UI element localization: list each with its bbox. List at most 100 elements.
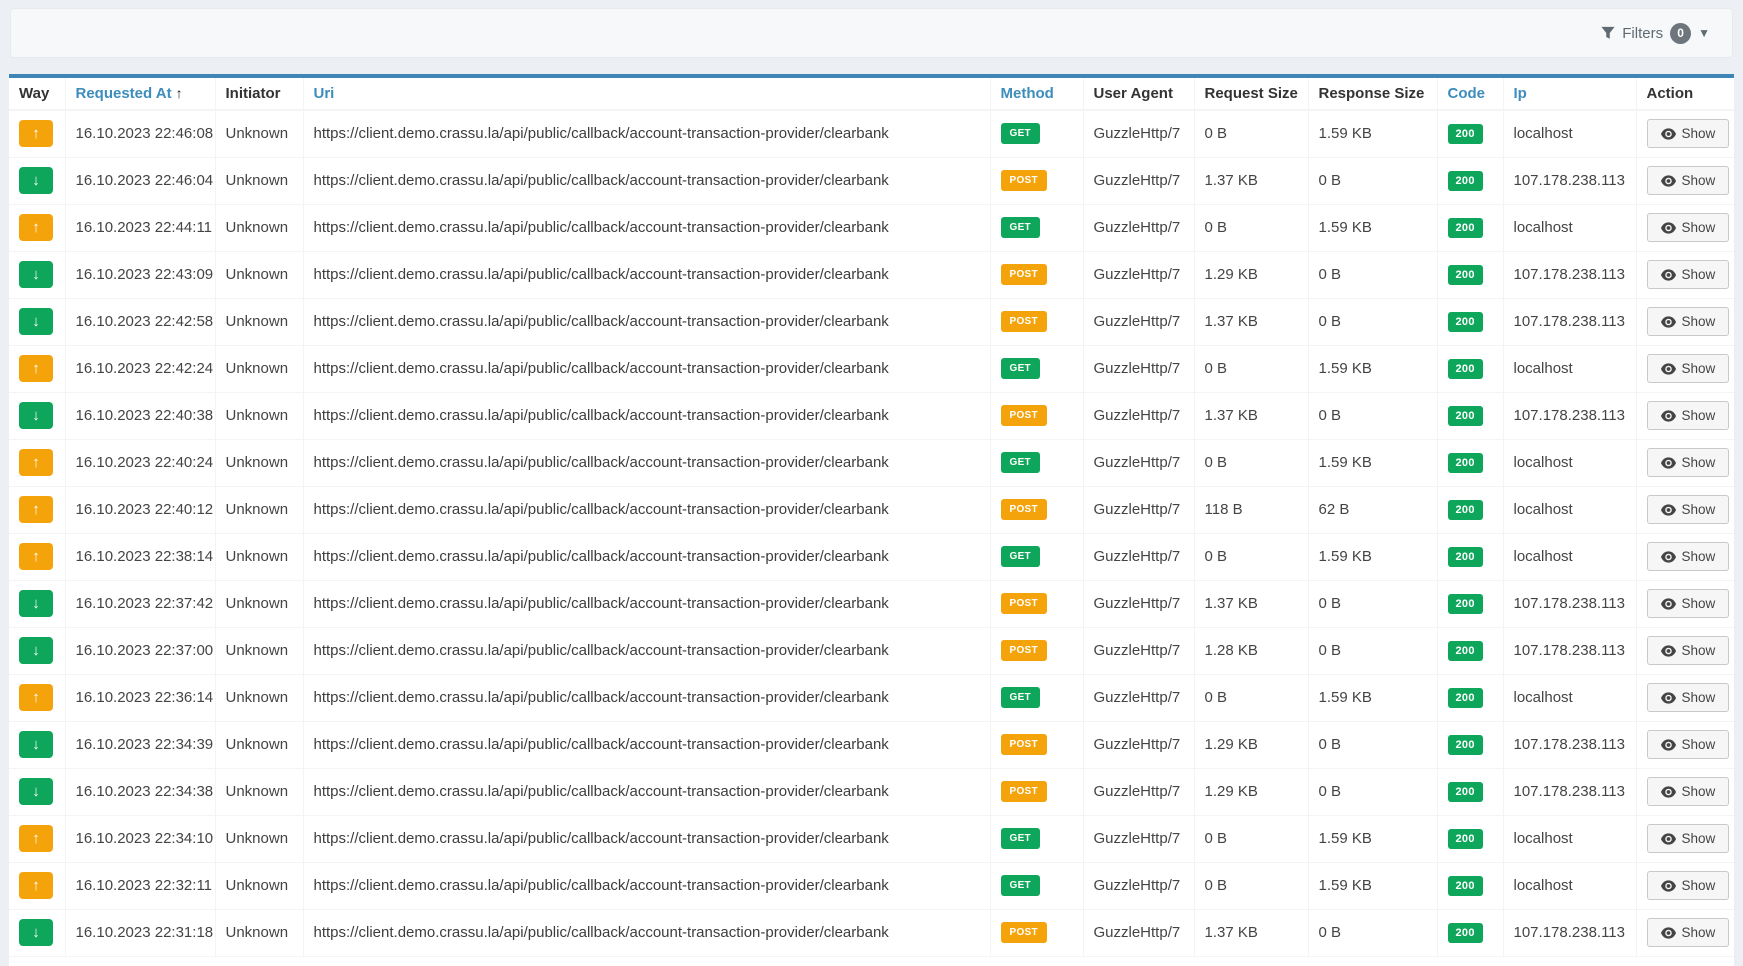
column-header-ip[interactable]: Ip	[1503, 78, 1636, 110]
uri-cell: https://client.demo.crassu.la/api/public…	[303, 392, 990, 439]
code-cell: 200	[1437, 439, 1503, 486]
method-cell: POST	[990, 580, 1083, 627]
method-badge: POST	[1001, 593, 1047, 614]
action-cell: Show	[1636, 580, 1734, 627]
column-header-label: Ip	[1514, 85, 1527, 102]
eye-icon	[1661, 692, 1676, 704]
uri-cell: https://client.demo.crassu.la/api/public…	[303, 486, 990, 533]
ip-cell: 107.178.238.113	[1503, 627, 1636, 674]
requested-at-cell: 16.10.2023 22:46:04	[65, 157, 215, 204]
filters-label: Filters	[1622, 25, 1663, 42]
user-agent-cell: GuzzleHttp/7	[1083, 674, 1194, 721]
table-row: ↑ 16.10.2023 22:40:24 Unknown https://cl…	[9, 439, 1734, 486]
show-button[interactable]: Show	[1647, 777, 1730, 806]
way-cell: ↓	[9, 768, 65, 815]
method-cell: GET	[990, 204, 1083, 251]
action-cell: Show	[1636, 204, 1734, 251]
code-cell: 200	[1437, 110, 1503, 157]
action-cell: Show	[1636, 486, 1734, 533]
initiator-cell: Unknown	[215, 110, 303, 157]
show-button[interactable]: Show	[1647, 871, 1730, 900]
requested-at-cell: 16.10.2023 22:46:08	[65, 110, 215, 157]
request-size-cell: 0 B	[1194, 533, 1308, 580]
arrow-up-icon: ↑	[19, 543, 53, 570]
initiator-cell: Unknown	[215, 533, 303, 580]
way-cell: ↓	[9, 157, 65, 204]
initiator-cell: Unknown	[215, 815, 303, 862]
arrow-up-icon: ↑	[19, 120, 53, 147]
show-button[interactable]: Show	[1647, 495, 1730, 524]
table-row: ↓ 16.10.2023 22:46:04 Unknown https://cl…	[9, 157, 1734, 204]
status-code-badge: 200	[1448, 171, 1483, 191]
show-button[interactable]: Show	[1647, 636, 1730, 665]
eye-icon	[1661, 880, 1676, 892]
way-cell: ↑	[9, 815, 65, 862]
status-code-badge: 200	[1448, 218, 1483, 238]
show-button[interactable]: Show	[1647, 260, 1730, 289]
way-cell: ↑	[9, 204, 65, 251]
show-button[interactable]: Show	[1647, 824, 1730, 853]
method-cell: GET	[990, 110, 1083, 157]
response-size-cell: 62 B	[1308, 486, 1437, 533]
filter-funnel-icon	[1601, 26, 1615, 40]
show-button[interactable]: Show	[1647, 448, 1730, 477]
request-size-cell: 1.37 KB	[1194, 909, 1308, 956]
user-agent-cell: GuzzleHttp/7	[1083, 580, 1194, 627]
column-header-method[interactable]: Method	[990, 78, 1083, 110]
show-button[interactable]: Show	[1647, 166, 1730, 195]
show-button[interactable]: Show	[1647, 683, 1730, 712]
user-agent-cell: GuzzleHttp/7	[1083, 439, 1194, 486]
method-cell: GET	[990, 862, 1083, 909]
show-button[interactable]: Show	[1647, 354, 1730, 383]
method-cell: POST	[990, 392, 1083, 439]
table-row: ↓ 16.10.2023 22:40:38 Unknown https://cl…	[9, 392, 1734, 439]
column-header-response_size: Response Size	[1308, 78, 1437, 110]
action-cell: Show	[1636, 909, 1734, 956]
eye-icon	[1661, 833, 1676, 845]
arrow-down-icon: ↓	[19, 261, 53, 288]
show-button[interactable]: Show	[1647, 542, 1730, 571]
chevron-down-icon: ▼	[1698, 27, 1710, 39]
response-size-cell: 1.59 KB	[1308, 674, 1437, 721]
show-button[interactable]: Show	[1647, 730, 1730, 759]
show-button[interactable]: Show	[1647, 119, 1730, 148]
user-agent-cell: GuzzleHttp/7	[1083, 110, 1194, 157]
user-agent-cell: GuzzleHttp/7	[1083, 157, 1194, 204]
filters-button[interactable]: Filters 0 ▼	[1601, 23, 1710, 44]
way-cell: ↑	[9, 486, 65, 533]
show-button[interactable]: Show	[1647, 401, 1730, 430]
method-badge: POST	[1001, 170, 1047, 191]
show-button-label: Show	[1682, 643, 1716, 658]
method-badge: GET	[1001, 687, 1040, 708]
show-button-label: Show	[1682, 925, 1716, 940]
action-cell: Show	[1636, 392, 1734, 439]
requested-at-cell: 16.10.2023 22:34:10	[65, 815, 215, 862]
initiator-cell: Unknown	[215, 298, 303, 345]
way-cell: ↓	[9, 298, 65, 345]
status-code-badge: 200	[1448, 359, 1483, 379]
show-button-label: Show	[1682, 361, 1716, 376]
column-header-requested_at[interactable]: Requested At↑	[65, 78, 215, 110]
method-badge: POST	[1001, 734, 1047, 755]
table-row: ↑ 16.10.2023 22:46:08 Unknown https://cl…	[9, 110, 1734, 157]
show-button[interactable]: Show	[1647, 918, 1730, 947]
code-cell: 200	[1437, 721, 1503, 768]
show-button-label: Show	[1682, 314, 1716, 329]
method-badge: POST	[1001, 781, 1047, 802]
status-code-badge: 200	[1448, 500, 1483, 520]
column-header-label: Initiator	[226, 85, 281, 102]
show-button[interactable]: Show	[1647, 589, 1730, 618]
column-header-uri[interactable]: Uri	[303, 78, 990, 110]
method-badge: POST	[1001, 405, 1047, 426]
column-header-code[interactable]: Code	[1437, 78, 1503, 110]
show-button[interactable]: Show	[1647, 213, 1730, 242]
uri-cell: https://client.demo.crassu.la/api/public…	[303, 110, 990, 157]
show-button[interactable]: Show	[1647, 307, 1730, 336]
table-row: ↑ 16.10.2023 22:38:14 Unknown https://cl…	[9, 533, 1734, 580]
request-size-cell: 1.29 KB	[1194, 721, 1308, 768]
eye-icon	[1661, 645, 1676, 657]
way-cell: ↑	[9, 533, 65, 580]
status-code-badge: 200	[1448, 265, 1483, 285]
response-size-cell: 0 B	[1308, 627, 1437, 674]
status-code-badge: 200	[1448, 641, 1483, 661]
